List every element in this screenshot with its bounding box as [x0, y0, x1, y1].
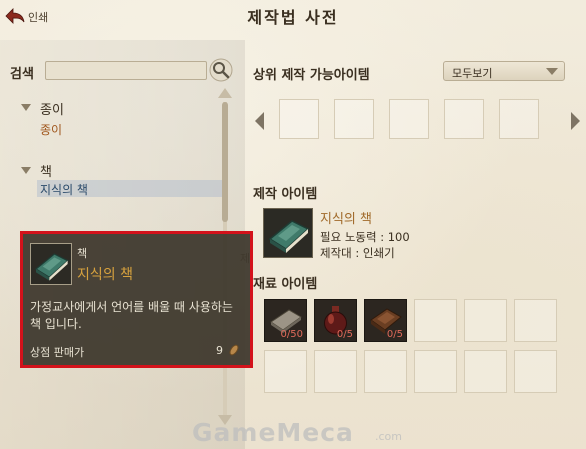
crafting-bench: 제작대 : 인쇄기	[320, 246, 395, 260]
search-label: 검색	[10, 67, 34, 82]
tooltip-description: 가정교사에게서 언어를 배울 때 사용하는 책 입니다.	[30, 300, 233, 331]
page-title: 제작법 사전	[247, 8, 339, 27]
tooltip-item-name: 지식의 책	[77, 267, 133, 283]
material-slot-empty[interactable]	[364, 350, 407, 393]
labor-requirement: 필요 노동력 : 100	[320, 230, 410, 244]
material-slot[interactable]: 0/50	[264, 299, 307, 342]
material-count: 0/5	[386, 329, 403, 340]
material-slot-empty[interactable]	[464, 350, 507, 393]
material-slot-empty[interactable]	[464, 299, 507, 342]
material-slot-empty[interactable]	[264, 350, 307, 393]
tree-item-book-of-knowledge[interactable]: 지식의 책	[40, 181, 88, 198]
material-slot-empty[interactable]	[514, 299, 557, 342]
category-book[interactable]: 책	[40, 161, 52, 180]
header: 인쇄 제작법 사전	[0, 0, 586, 34]
search-icon[interactable]	[209, 58, 233, 82]
upper-craft-title: 상위 제작 가능아이템	[253, 68, 370, 83]
watermark-logo: GameMeca	[192, 418, 354, 447]
tree-item-paper[interactable]: 종이	[40, 121, 62, 138]
prev-arrow-icon[interactable]	[255, 112, 264, 130]
category-paper[interactable]: 종이	[40, 99, 64, 118]
upper-item-slot[interactable]	[334, 99, 374, 139]
green-book-icon	[268, 220, 310, 253]
search-input[interactable]	[45, 61, 207, 80]
craft-item-name: 지식의 책	[320, 212, 372, 227]
upper-item-slot[interactable]	[444, 99, 484, 139]
material-count: 0/50	[280, 329, 303, 340]
upper-item-slot[interactable]	[279, 99, 319, 139]
tooltip-item-type: 책	[77, 247, 88, 260]
expand-arrow-icon[interactable]	[21, 104, 31, 111]
material-slot-empty[interactable]	[414, 299, 457, 342]
next-arrow-icon[interactable]	[571, 112, 580, 130]
scroll-up-arrow-icon[interactable]	[218, 88, 232, 98]
filter-select[interactable]: 모두보기	[443, 61, 565, 81]
material-slot[interactable]: 0/5	[364, 299, 407, 342]
material-slot-empty[interactable]	[314, 350, 357, 393]
filter-select-value: 모두보기	[452, 67, 493, 80]
material-slot-empty[interactable]	[514, 350, 557, 393]
tooltip-vendor-label: 상점 판매가	[30, 346, 85, 359]
scrollbar-thumb[interactable]	[222, 102, 228, 222]
craft-item-slot[interactable]	[263, 208, 313, 258]
expand-arrow-icon[interactable]	[21, 167, 31, 174]
chevron-down-icon	[546, 68, 558, 75]
copper-coin-icon	[229, 344, 239, 356]
green-book-icon	[34, 253, 69, 281]
materials-title: 재료 아이템	[253, 277, 318, 292]
watermark-suffix: .com	[375, 430, 402, 443]
tooltip-price: 9	[216, 344, 223, 357]
material-slot[interactable]: 0/5	[314, 299, 357, 342]
item-tooltip: 책 지식의 책 가정교사에게서 언어를 배울 때 사용하는 책 입니다. 상점 …	[20, 231, 253, 368]
material-slot-empty[interactable]	[414, 350, 457, 393]
upper-item-slot[interactable]	[389, 99, 429, 139]
tooltip-item-icon	[30, 243, 72, 285]
craft-item-title: 제작 아이템	[253, 187, 318, 202]
upper-item-slot[interactable]	[499, 99, 539, 139]
material-count: 0/5	[336, 329, 353, 340]
